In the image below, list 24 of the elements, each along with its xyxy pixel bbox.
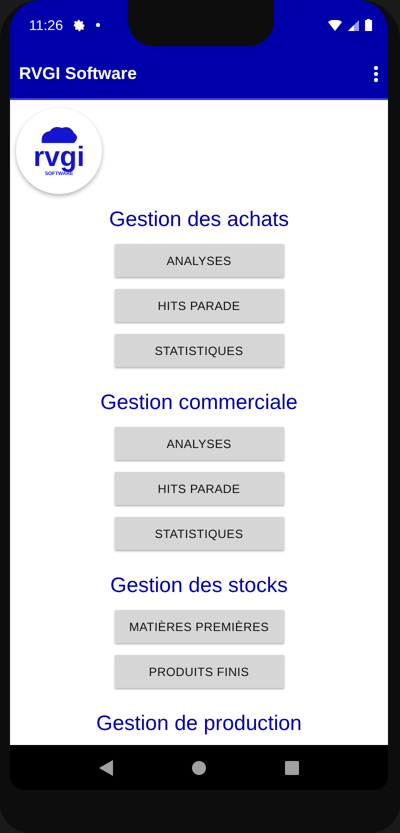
menu-button[interactable]: STATISTIQUES <box>114 517 284 550</box>
menu-button[interactable]: HITS PARADE <box>114 289 284 322</box>
logo-wordmark: rvgi <box>33 143 85 171</box>
signal-icon <box>348 20 359 30</box>
menu-button[interactable]: HITS PARADE <box>114 472 284 505</box>
menu-button[interactable]: ANALYSES <box>114 427 284 460</box>
battery-icon <box>365 19 372 31</box>
status-time: 11:26 <box>29 17 63 33</box>
back-icon[interactable] <box>99 760 114 776</box>
wifi-icon <box>328 20 342 30</box>
more-menu-icon[interactable] <box>374 66 378 82</box>
recents-icon[interactable] <box>284 760 299 774</box>
menu-button[interactable]: ANALYSES <box>114 244 284 277</box>
section-heading: Gestion de production <box>96 712 302 736</box>
menu-button[interactable]: STATISTIQUES <box>114 334 284 367</box>
home-icon[interactable] <box>192 760 206 774</box>
gear-icon <box>73 18 86 32</box>
section-heading: Gestion des achats <box>109 208 289 232</box>
menu-button[interactable]: PRODUITS FINIS <box>114 655 284 688</box>
app-title: RVGI Software <box>19 64 137 84</box>
dot-icon <box>96 23 100 27</box>
menu-button[interactable]: MATIÈRES PREMIÈRES <box>114 610 284 643</box>
section-heading: Gestion commerciale <box>100 391 298 415</box>
section-heading: Gestion des stocks <box>110 574 288 598</box>
